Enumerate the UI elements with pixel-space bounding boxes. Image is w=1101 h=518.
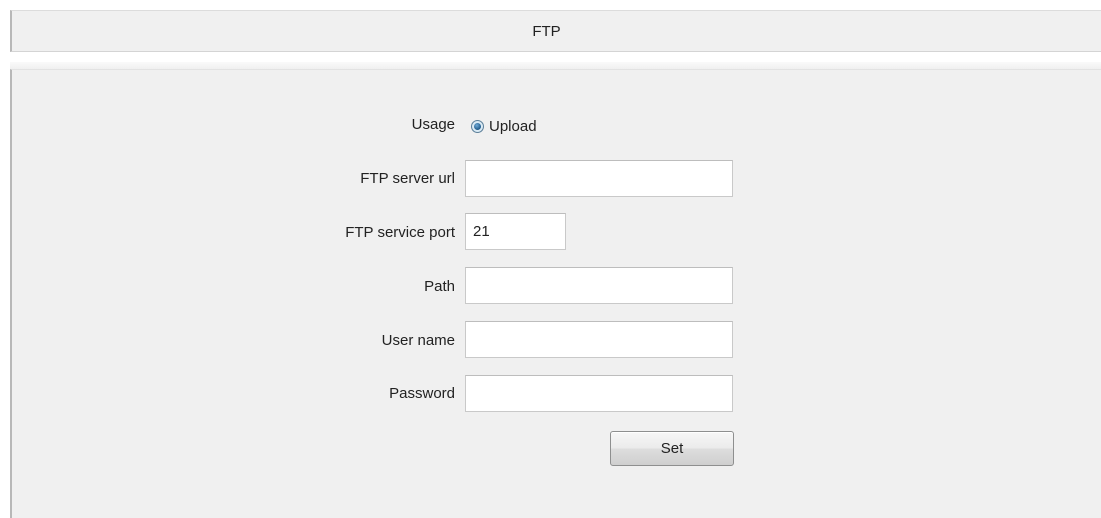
- section-title-bar: FTP: [10, 10, 1101, 52]
- password-input[interactable]: [465, 375, 733, 412]
- set-button[interactable]: Set: [610, 431, 734, 466]
- user-name-label: User name: [381, 332, 455, 349]
- ftp-service-port-input[interactable]: [465, 213, 566, 250]
- path-input[interactable]: [465, 267, 733, 304]
- password-label: Password: [389, 385, 455, 402]
- ftp-server-url-input[interactable]: [465, 160, 733, 197]
- upload-radio-button[interactable]: [471, 119, 484, 133]
- user-name-input[interactable]: [465, 321, 733, 358]
- section-title: FTP: [532, 22, 561, 40]
- upload-radio-label: Upload: [489, 117, 537, 135]
- ftp-server-url-label: FTP server url: [360, 170, 455, 187]
- path-label: Path: [424, 278, 455, 295]
- ftp-service-port-label: FTP service port: [345, 224, 455, 241]
- radio-selected-dot-icon: [474, 122, 481, 130]
- upload-radio-option[interactable]: Upload: [471, 115, 537, 137]
- panel-divider: [10, 62, 1101, 69]
- usage-label: Usage: [411, 116, 455, 133]
